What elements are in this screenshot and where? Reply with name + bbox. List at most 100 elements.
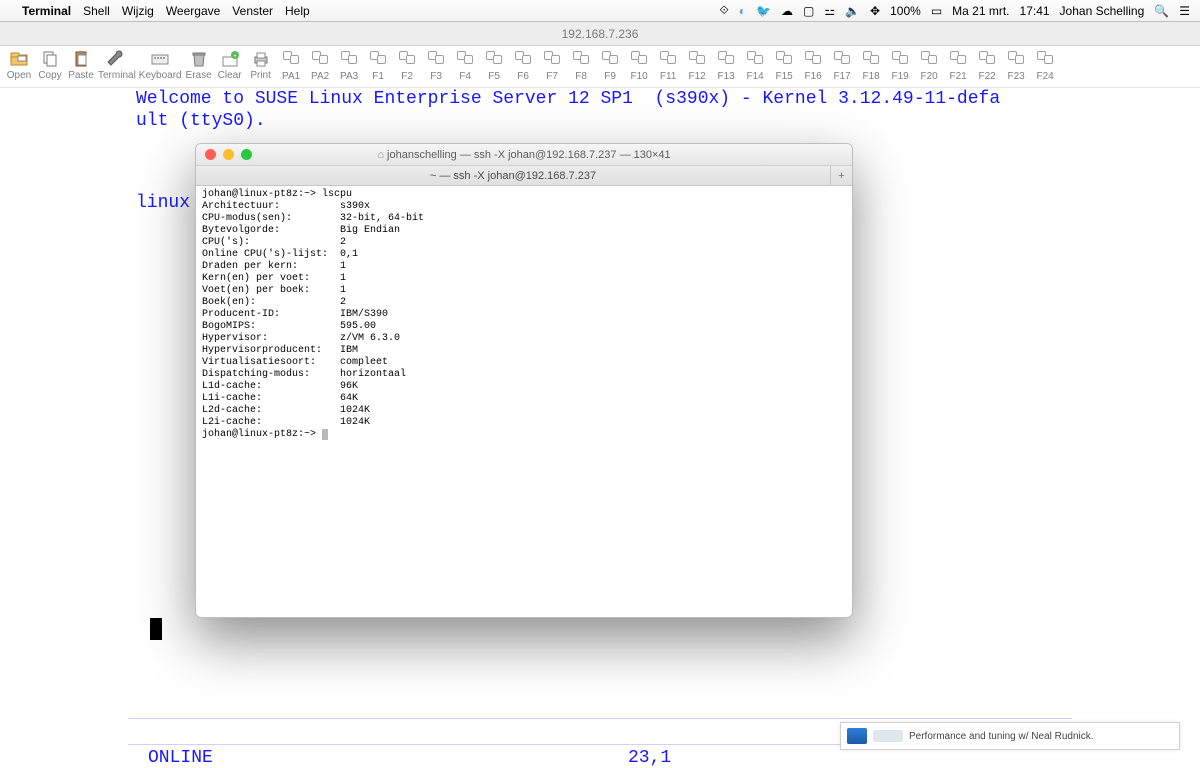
key-f18[interactable]: F18 xyxy=(857,49,886,82)
zoom-button[interactable] xyxy=(241,149,252,160)
wifi-icon[interactable]: ⚍ xyxy=(824,4,835,18)
ad-text: Performance and tuning w/ Neal Rudnick. xyxy=(909,731,1094,742)
key-f16[interactable]: F16 xyxy=(799,49,828,82)
menu-shell[interactable]: Shell xyxy=(83,4,110,18)
ad-logo-icon xyxy=(847,728,867,744)
notifications-icon[interactable]: ☰ xyxy=(1179,4,1190,18)
fg-terminal-window[interactable]: ⌂ johanschelling — ssh -X johan@192.168.… xyxy=(195,143,853,618)
bottom-ad-banner[interactable]: Performance and tuning w/ Neal Rudnick. xyxy=(840,722,1180,750)
key-icon xyxy=(890,49,910,69)
key-f2[interactable]: F2 xyxy=(393,49,422,82)
key-icon xyxy=(513,49,533,69)
menu-help[interactable]: Help xyxy=(285,4,310,18)
key-icon xyxy=(571,49,591,69)
key-f15[interactable]: F15 xyxy=(770,49,799,82)
user-text[interactable]: Johan Schelling xyxy=(1060,4,1145,18)
key-f1[interactable]: F1 xyxy=(364,49,393,82)
menu-view[interactable]: Weergave xyxy=(166,4,220,18)
key-icon xyxy=(397,49,417,69)
bg-welcome-line1: Welcome to SUSE Linux Enterprise Server … xyxy=(8,88,1192,110)
mac-menubar: Terminal Shell Wijzig Weergave Venster H… xyxy=(0,0,1200,22)
menubar-right: ⟐ ◐ 🐦 ☁ ▢ ⚍ 🔈 ✥ 100% ▭ Ma 21 mrt. 17:41 … xyxy=(719,3,1190,18)
menu-edit[interactable]: Wijzig xyxy=(122,4,154,18)
key-f7[interactable]: F7 xyxy=(538,49,567,82)
sync-icon[interactable]: ◐ xyxy=(739,4,746,18)
battery-icon[interactable]: ▭ xyxy=(931,4,942,18)
dropbox-icon[interactable]: ⟐ xyxy=(719,3,728,18)
date-text[interactable]: Ma 21 mrt. xyxy=(952,4,1009,18)
key-icon xyxy=(339,49,359,69)
key-f19[interactable]: F19 xyxy=(886,49,915,82)
key-f11[interactable]: F11 xyxy=(654,49,683,82)
key-icon xyxy=(977,49,997,69)
tb-copy[interactable]: Copy xyxy=(35,49,65,81)
key-icon xyxy=(803,49,823,69)
spotlight-icon[interactable]: 🔍 xyxy=(1154,4,1169,18)
tb-erase[interactable]: Erase xyxy=(184,49,214,81)
time-text[interactable]: 17:41 xyxy=(1020,4,1050,18)
key-pa3[interactable]: PA3 xyxy=(335,49,364,82)
tb-print[interactable]: Print xyxy=(246,49,276,81)
status-pos: 23,1 xyxy=(628,748,671,768)
key-icon xyxy=(832,49,852,69)
key-f22[interactable]: F22 xyxy=(973,49,1002,82)
tb-open[interactable]: Open xyxy=(4,49,34,81)
bg-window-titlebar[interactable]: 192.168.7.236 xyxy=(0,22,1200,46)
cloud-icon[interactable]: ☁ xyxy=(781,4,793,18)
fg-tab-active[interactable]: ~ — ssh -X johan@192.168.7.237 xyxy=(196,170,830,182)
key-icon xyxy=(542,49,562,69)
key-f6[interactable]: F6 xyxy=(509,49,538,82)
key-f20[interactable]: F20 xyxy=(915,49,944,82)
key-icon xyxy=(1035,49,1055,69)
key-f9[interactable]: F9 xyxy=(596,49,625,82)
key-f10[interactable]: F10 xyxy=(625,49,654,82)
key-icon xyxy=(716,49,736,69)
key-icon xyxy=(310,49,330,69)
bg-cursor xyxy=(150,618,162,640)
volume-icon[interactable]: 🔈 xyxy=(845,4,860,18)
key-f23[interactable]: F23 xyxy=(1002,49,1031,82)
keyboard-icon xyxy=(150,49,170,69)
key-f5[interactable]: F5 xyxy=(480,49,509,82)
key-f24[interactable]: F24 xyxy=(1031,49,1060,82)
fg-title: johanschelling — ssh -X johan@192.168.7.… xyxy=(387,149,671,161)
menubar-app-name[interactable]: Terminal xyxy=(22,4,71,18)
battery-text[interactable]: 100% xyxy=(890,4,921,18)
key-f13[interactable]: F13 xyxy=(712,49,741,82)
fg-titlebar[interactable]: ⌂ johanschelling — ssh -X johan@192.168.… xyxy=(196,144,852,166)
key-f21[interactable]: F21 xyxy=(944,49,973,82)
key-f12[interactable]: F12 xyxy=(683,49,712,82)
fg-tabbar: ~ — ssh -X johan@192.168.7.237 + xyxy=(196,166,852,186)
key-pa2[interactable]: PA2 xyxy=(306,49,335,82)
minimize-button[interactable] xyxy=(223,149,234,160)
key-icon xyxy=(948,49,968,69)
fg-terminal-output[interactable]: johan@linux-pt8z:~> lscpu Architectuur: … xyxy=(196,186,852,617)
move-icon[interactable]: ✥ xyxy=(870,4,880,18)
close-button[interactable] xyxy=(205,149,216,160)
key-icon xyxy=(745,49,765,69)
trash-icon xyxy=(189,49,209,69)
key-icon xyxy=(629,49,649,69)
tb-keyboard[interactable]: Keyboard xyxy=(138,49,183,81)
key-f3[interactable]: F3 xyxy=(422,49,451,82)
tb-terminal[interactable]: Terminal xyxy=(97,49,137,81)
tb-paste[interactable]: Paste xyxy=(66,49,96,81)
bg-window-title: 192.168.7.236 xyxy=(562,27,639,41)
menu-window[interactable]: Venster xyxy=(232,4,273,18)
paste-icon xyxy=(71,49,91,69)
key-pa1[interactable]: PA1 xyxy=(277,49,306,82)
key-icon xyxy=(658,49,678,69)
key-f4[interactable]: F4 xyxy=(451,49,480,82)
display-icon[interactable]: ▢ xyxy=(803,4,814,18)
tb-clear[interactable]: + Clear xyxy=(215,49,245,81)
key-icon xyxy=(1006,49,1026,69)
new-tab-button[interactable]: + xyxy=(830,166,852,185)
key-f17[interactable]: F17 xyxy=(828,49,857,82)
twitter-icon[interactable]: 🐦 xyxy=(756,4,771,18)
key-f14[interactable]: F14 xyxy=(741,49,770,82)
key-f8[interactable]: F8 xyxy=(567,49,596,82)
folder-icon xyxy=(9,49,29,69)
bg-toolbar: Open Copy Paste Terminal Keyboard Erase … xyxy=(0,46,1200,88)
copy-icon xyxy=(40,49,60,69)
clear-icon: + xyxy=(220,49,240,69)
